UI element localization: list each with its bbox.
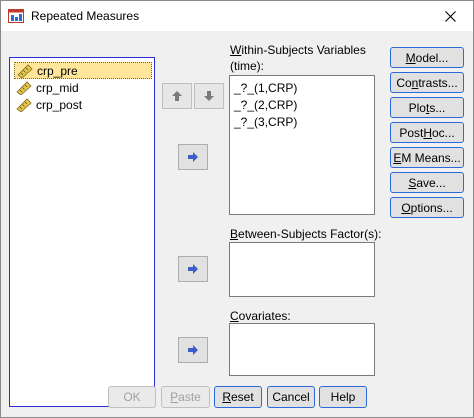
between-subjects-label: Between-Subjects Factor(s): xyxy=(230,227,382,241)
arrow-right-icon xyxy=(188,152,198,162)
variable-item-crp-pre[interactable]: crp_pre xyxy=(14,62,152,79)
arrow-down-icon xyxy=(204,91,214,101)
save-button[interactable]: Save... xyxy=(390,172,464,193)
ruler-scale-icon xyxy=(16,80,32,95)
source-variable-list[interactable]: crp_pre crp_mid crp_post xyxy=(9,57,155,407)
contrasts-button[interactable]: Co n trasts... xyxy=(390,72,464,93)
covariates-list[interactable] xyxy=(229,323,375,376)
within-item[interactable]: _?_(1,CRP) xyxy=(234,81,297,95)
within-item[interactable]: _?_(3,CRP) xyxy=(234,115,297,129)
ok-button[interactable]: OK xyxy=(108,386,156,408)
within-subjects-list[interactable]: _?_(1,CRP) _?_(2,CRP) _?_(3,CRP) xyxy=(229,75,375,215)
post-hoc-button[interactable]: Post Hoc... xyxy=(390,122,464,143)
move-to-within-button[interactable] xyxy=(178,144,208,170)
move-to-covariates-button[interactable] xyxy=(178,337,208,363)
close-icon xyxy=(444,10,456,22)
move-up-button[interactable] xyxy=(162,83,192,109)
help-button[interactable]: Help xyxy=(319,386,367,408)
arrow-up-icon xyxy=(172,91,182,101)
ruler-scale-icon xyxy=(17,63,33,78)
variable-item-crp-mid[interactable]: crp_mid xyxy=(14,79,152,96)
move-to-between-button[interactable] xyxy=(178,256,208,282)
options-button[interactable]: Options... xyxy=(390,197,464,218)
plots-button[interactable]: Plo t s... xyxy=(390,97,464,118)
model-button[interactable]: Model... xyxy=(390,47,464,68)
ruler-scale-icon xyxy=(16,97,32,112)
arrow-right-icon xyxy=(188,345,198,355)
em-means-button[interactable]: EM Means... xyxy=(390,147,464,168)
arrow-right-icon xyxy=(188,264,198,274)
title-bar: Repeated Measures xyxy=(1,1,473,31)
within-subjects-label: Within-Subjects Variables xyxy=(230,43,366,57)
cancel-button[interactable]: Cancel xyxy=(267,386,315,408)
window-title: Repeated Measures xyxy=(31,9,140,23)
covariates-label: Covariates: xyxy=(230,309,291,323)
close-button[interactable] xyxy=(427,1,473,31)
variable-label: crp_pre xyxy=(37,63,78,78)
paste-button[interactable]: Paste xyxy=(161,386,210,408)
reset-button[interactable]: Reset xyxy=(214,386,262,408)
repeated-measures-dialog: Repeated Measures crp_pre crp_mid crp_po… xyxy=(0,0,474,418)
within-subjects-sublabel: (time): xyxy=(230,59,264,73)
variable-label: crp_post xyxy=(36,97,83,112)
variable-label: crp_mid xyxy=(36,80,79,95)
move-down-button[interactable] xyxy=(194,83,224,109)
variable-item-crp-post[interactable]: crp_post xyxy=(14,96,152,113)
spss-dialog-icon xyxy=(8,9,24,23)
between-subjects-list[interactable] xyxy=(229,242,375,297)
within-item[interactable]: _?_(2,CRP) xyxy=(234,98,297,112)
